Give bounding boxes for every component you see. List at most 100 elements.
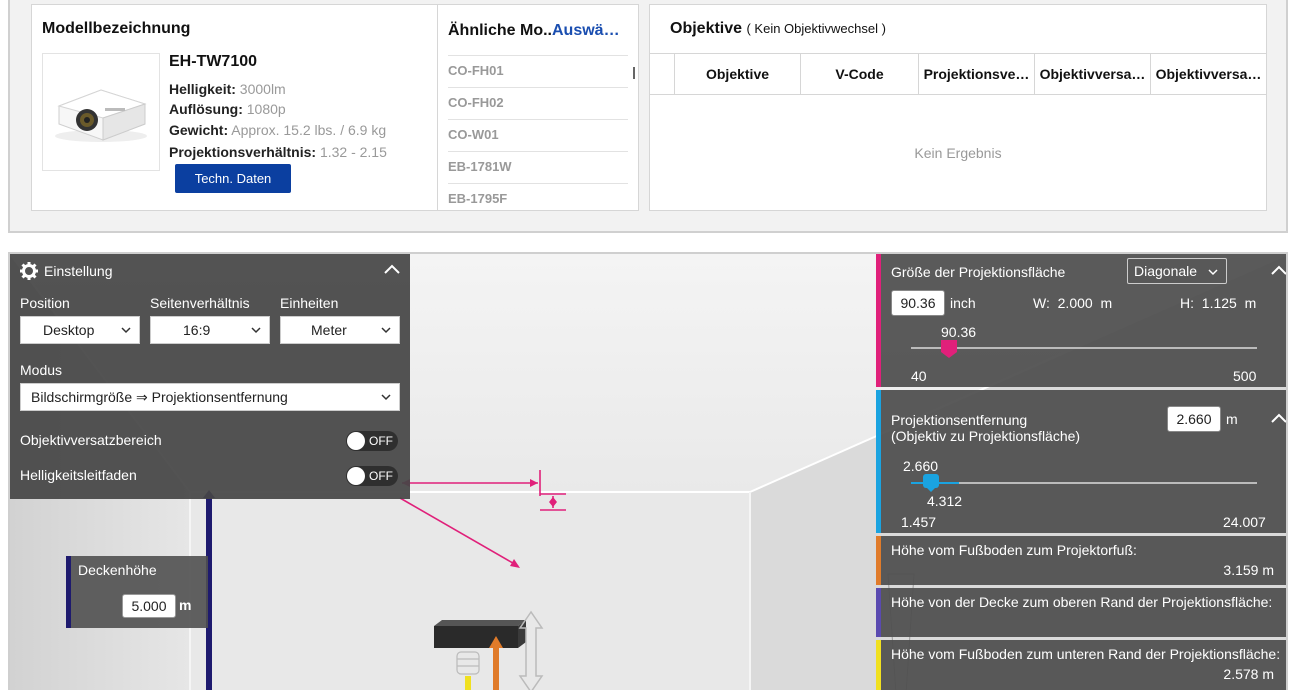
slider-handle[interactable] <box>941 340 957 358</box>
list-item[interactable]: EB-1781W <box>448 151 628 183</box>
similar-models: Ähnliche Mo..Auswä… CO-FH01 CO-FH02 CO-W… <box>437 5 639 210</box>
model-card-title: Modellbezeichnung <box>42 20 191 37</box>
chevron-down-icon <box>381 327 391 334</box>
toggle-state: OFF <box>369 434 393 448</box>
gear-icon <box>20 262 38 280</box>
aspect-label: Seitenverhältnis <box>150 295 250 311</box>
mode-select[interactable]: Bildschirmgröße ⇒ Projektionsentfernung <box>20 383 400 411</box>
chevron-up-icon[interactable] <box>1271 412 1287 424</box>
screen-size-label: Größe der Projektionsfläche <box>891 264 1066 280</box>
screen-size-unit: inch <box>950 295 976 311</box>
screen-size-slider[interactable] <box>911 347 1257 349</box>
settings-header[interactable]: Einstellung <box>20 262 113 280</box>
throw-distance-max-label: 4.312 <box>927 493 963 509</box>
mode-value: Bildschirmgröße ⇒ Projektionsentfernung <box>31 389 288 405</box>
spec-throw-ratio: Projektionsverhältnis: 1.32 - 2.15 <box>169 144 387 160</box>
floor-to-projector-value: 3.159 m <box>1223 562 1274 578</box>
list-item[interactable]: CO-W01 <box>448 119 628 151</box>
ceiling-height-unit: m <box>179 597 192 613</box>
screen-size-mode-select[interactable]: Diagonale <box>1127 258 1227 284</box>
throw-distance-slider[interactable] <box>911 482 1257 484</box>
floor-to-projector-section: Höhe vom Fußboden zum Projektorfuß: 3.15… <box>876 536 1286 585</box>
spec-weight: Gewicht: Approx. 15.2 lbs. / 6.9 kg <box>169 122 387 138</box>
chevron-down-icon <box>251 327 261 334</box>
list-item[interactable]: EB-1795F <box>448 183 628 210</box>
model-card: Modellbezeichnung EH-TW7100 Helligkeit: … <box>31 4 639 211</box>
position-label: Position <box>20 295 70 311</box>
floor-to-screen-bottom-value: 2.578 m <box>1223 666 1274 682</box>
spec-brightness: Helligkeit: 3000lm <box>169 81 286 97</box>
aspect-select[interactable]: 16:9 <box>150 316 270 344</box>
screen-height-readout: H: 1.125 m <box>1180 295 1257 311</box>
throw-distance-label: Projektionsentfernung <box>891 412 1028 428</box>
lens-card-title: Objektive ( Kein Objektivwechsel ) <box>670 20 886 37</box>
info-panel: Modellbezeichnung EH-TW7100 Helligkeit: … <box>8 0 1288 233</box>
settings-title: Einstellung <box>44 263 113 279</box>
page: Modellbezeichnung EH-TW7100 Helligkeit: … <box>0 0 1290 690</box>
throw-distance-min: 1.457 <box>901 514 937 530</box>
toggle-knob <box>347 467 365 485</box>
screen-size-mode-value: Diagonale <box>1134 263 1198 279</box>
lens-shift-toggle[interactable]: OFF <box>346 431 398 451</box>
simulator: Einstellung Position Seitenverhältnis Ei… <box>8 252 1288 690</box>
measurement-panel: Größe der Projektionsfläche Diagonale 90… <box>876 254 1287 690</box>
position-select[interactable]: Desktop <box>20 316 140 344</box>
ceiling-height-panel: Deckenhöhe 5.000 m <box>66 556 208 628</box>
brightness-guide-label: Helligkeitsleitfaden <box>20 467 137 483</box>
position-value: Desktop <box>43 322 95 338</box>
units-select[interactable]: Meter <box>280 316 400 344</box>
ceiling-to-screen-section: Höhe von der Decke zum oberen Rand der P… <box>876 588 1286 637</box>
floor-to-screen-bottom-section: Höhe vom Fußboden zum unteren Rand der P… <box>876 640 1286 690</box>
chevron-down-icon <box>121 327 131 334</box>
screen-size-section: Größe der Projektionsfläche Diagonale 90… <box>876 254 1287 387</box>
throw-distance-max: 24.007 <box>1223 514 1266 530</box>
aspect-value: 16:9 <box>183 322 211 338</box>
screen-size-input[interactable]: 90.36 <box>891 290 945 316</box>
slider-handle[interactable] <box>923 474 939 492</box>
screen-size-slider-value: 90.36 <box>941 324 977 340</box>
settings-panel: Einstellung Position Seitenverhältnis Ei… <box>10 254 410 499</box>
ceiling-to-screen-label: Höhe von der Decke zum oberen Rand der P… <box>891 594 1273 610</box>
column-header[interactable]: V-Code <box>800 54 918 94</box>
model-name: EH-TW7100 <box>169 53 258 70</box>
units-value: Meter <box>311 322 347 338</box>
column-header[interactable]: Objektivversa… <box>1150 54 1266 94</box>
screen-width-readout: W: 2.000 m <box>1033 295 1113 311</box>
list-item[interactable]: CO-FH01 <box>448 55 628 87</box>
similar-models-title: Ähnliche Mo..Auswä… <box>448 22 620 39</box>
list-item[interactable]: CO-FH02 <box>448 87 628 119</box>
ceiling-height-input[interactable]: 5.000 <box>122 594 176 618</box>
projector-image <box>42 53 160 171</box>
throw-distance-unit: m <box>1226 411 1238 427</box>
screen-size-min: 40 <box>911 368 927 384</box>
column-header[interactable]: Projektionsve… <box>918 54 1034 94</box>
similar-models-list: CO-FH01 CO-FH02 CO-W01 EB-1781W EB-1795F <box>448 55 628 210</box>
toggle-state: OFF <box>369 469 393 483</box>
floor-to-projector-label: Höhe vom Fußboden zum Projektorfuß: <box>891 542 1137 558</box>
brightness-guide-toggle[interactable]: OFF <box>346 466 398 486</box>
floor-to-screen-bottom-label: Höhe vom Fußboden zum unteren Rand der P… <box>891 646 1281 662</box>
mode-label: Modus <box>20 362 63 378</box>
screen-size-max: 500 <box>1233 368 1257 384</box>
lens-card: Objektive ( Kein Objektivwechsel ) Objek… <box>649 4 1267 211</box>
throw-distance-input[interactable]: 2.660 <box>1167 406 1221 432</box>
lens-table-header: Objektive V-Code Projektionsve… Objektiv… <box>650 53 1266 95</box>
throw-distance-section: Projektionsentfernung (Objektiv zu Proje… <box>876 390 1287 533</box>
chevron-down-icon <box>1208 269 1218 276</box>
chevron-up-icon[interactable] <box>384 263 400 275</box>
tech-data-button[interactable]: Techn. Daten <box>175 164 291 193</box>
similar-models-select-link[interactable]: Auswä… <box>552 22 620 39</box>
projector-icon <box>55 89 147 142</box>
spec-resolution: Auflösung: 1080p <box>169 101 286 117</box>
throw-distance-slider-value: 2.660 <box>903 458 939 474</box>
ceiling-height-label: Deckenhöhe <box>78 562 157 578</box>
chevron-up-icon[interactable] <box>1271 264 1287 276</box>
toggle-knob <box>347 432 365 450</box>
column-header[interactable]: Objektivversa… <box>1034 54 1150 94</box>
units-label: Einheiten <box>280 295 339 311</box>
scrollbar[interactable] <box>633 67 635 79</box>
empty-result: Kein Ergebnis <box>914 145 1002 161</box>
column-header[interactable]: Objektive <box>674 54 800 94</box>
throw-distance-sublabel: (Objektiv zu Projektionsfläche) <box>891 428 1081 444</box>
lens-shift-label: Objektivversatzbereich <box>20 432 162 448</box>
